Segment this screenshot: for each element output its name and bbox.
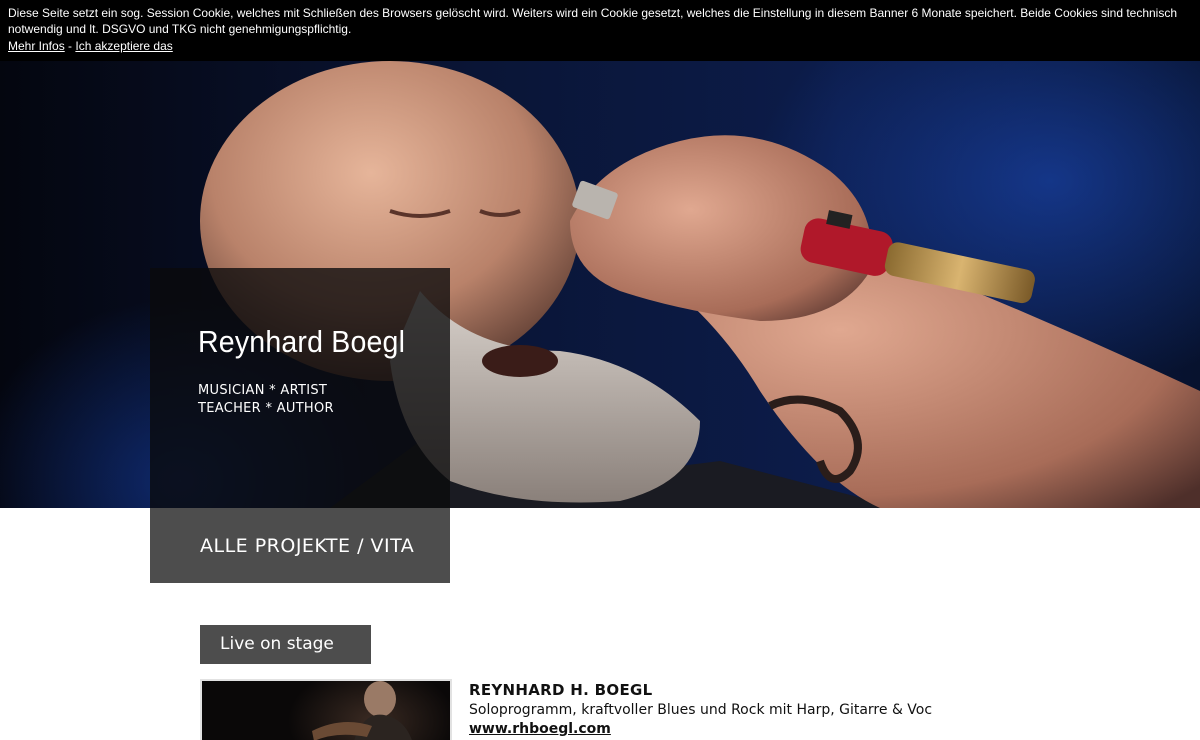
artist-tagline: MUSICIAN * ARTIST TEACHER * AUTHOR bbox=[198, 382, 450, 418]
cookie-banner: Diese Seite setzt ein sog. Session Cooki… bbox=[0, 0, 1200, 61]
more-info-link[interactable]: Mehr Infos bbox=[8, 39, 65, 53]
entry-thumbnail[interactable] bbox=[200, 679, 452, 740]
performer-thumbnail-image bbox=[312, 681, 412, 740]
cookie-banner-text: Diese Seite setzt ein sog. Session Cooki… bbox=[8, 6, 1178, 36]
hero-title-panel: Reynhard Boegl MUSICIAN * ARTIST TEACHER… bbox=[150, 268, 450, 508]
entry-description: Soloprogramm, kraftvoller Blues und Rock… bbox=[469, 702, 933, 718]
entry-website-link[interactable]: www.rhboegl.com bbox=[469, 721, 611, 737]
cookie-banner-links: Mehr Infos - Ich akzeptiere das bbox=[8, 38, 1192, 54]
tagline-line-2: TEACHER * AUTHOR bbox=[198, 401, 334, 416]
entry-title: REYNHARD H. BOEGL bbox=[469, 681, 653, 699]
artist-name: Reynhard Boegl bbox=[198, 324, 406, 359]
tagline-line-1: MUSICIAN * ARTIST bbox=[198, 383, 328, 398]
all-projects-button[interactable]: ALLE PROJEKTE / VITA bbox=[150, 508, 450, 583]
entry-details: REYNHARD H. BOEGL Soloprogramm, kraftvol… bbox=[469, 681, 932, 737]
cookie-link-separator: - bbox=[68, 39, 73, 53]
live-on-stage-button[interactable]: Live on stage bbox=[200, 625, 371, 664]
accept-cookies-link[interactable]: Ich akzeptiere das bbox=[75, 39, 172, 53]
